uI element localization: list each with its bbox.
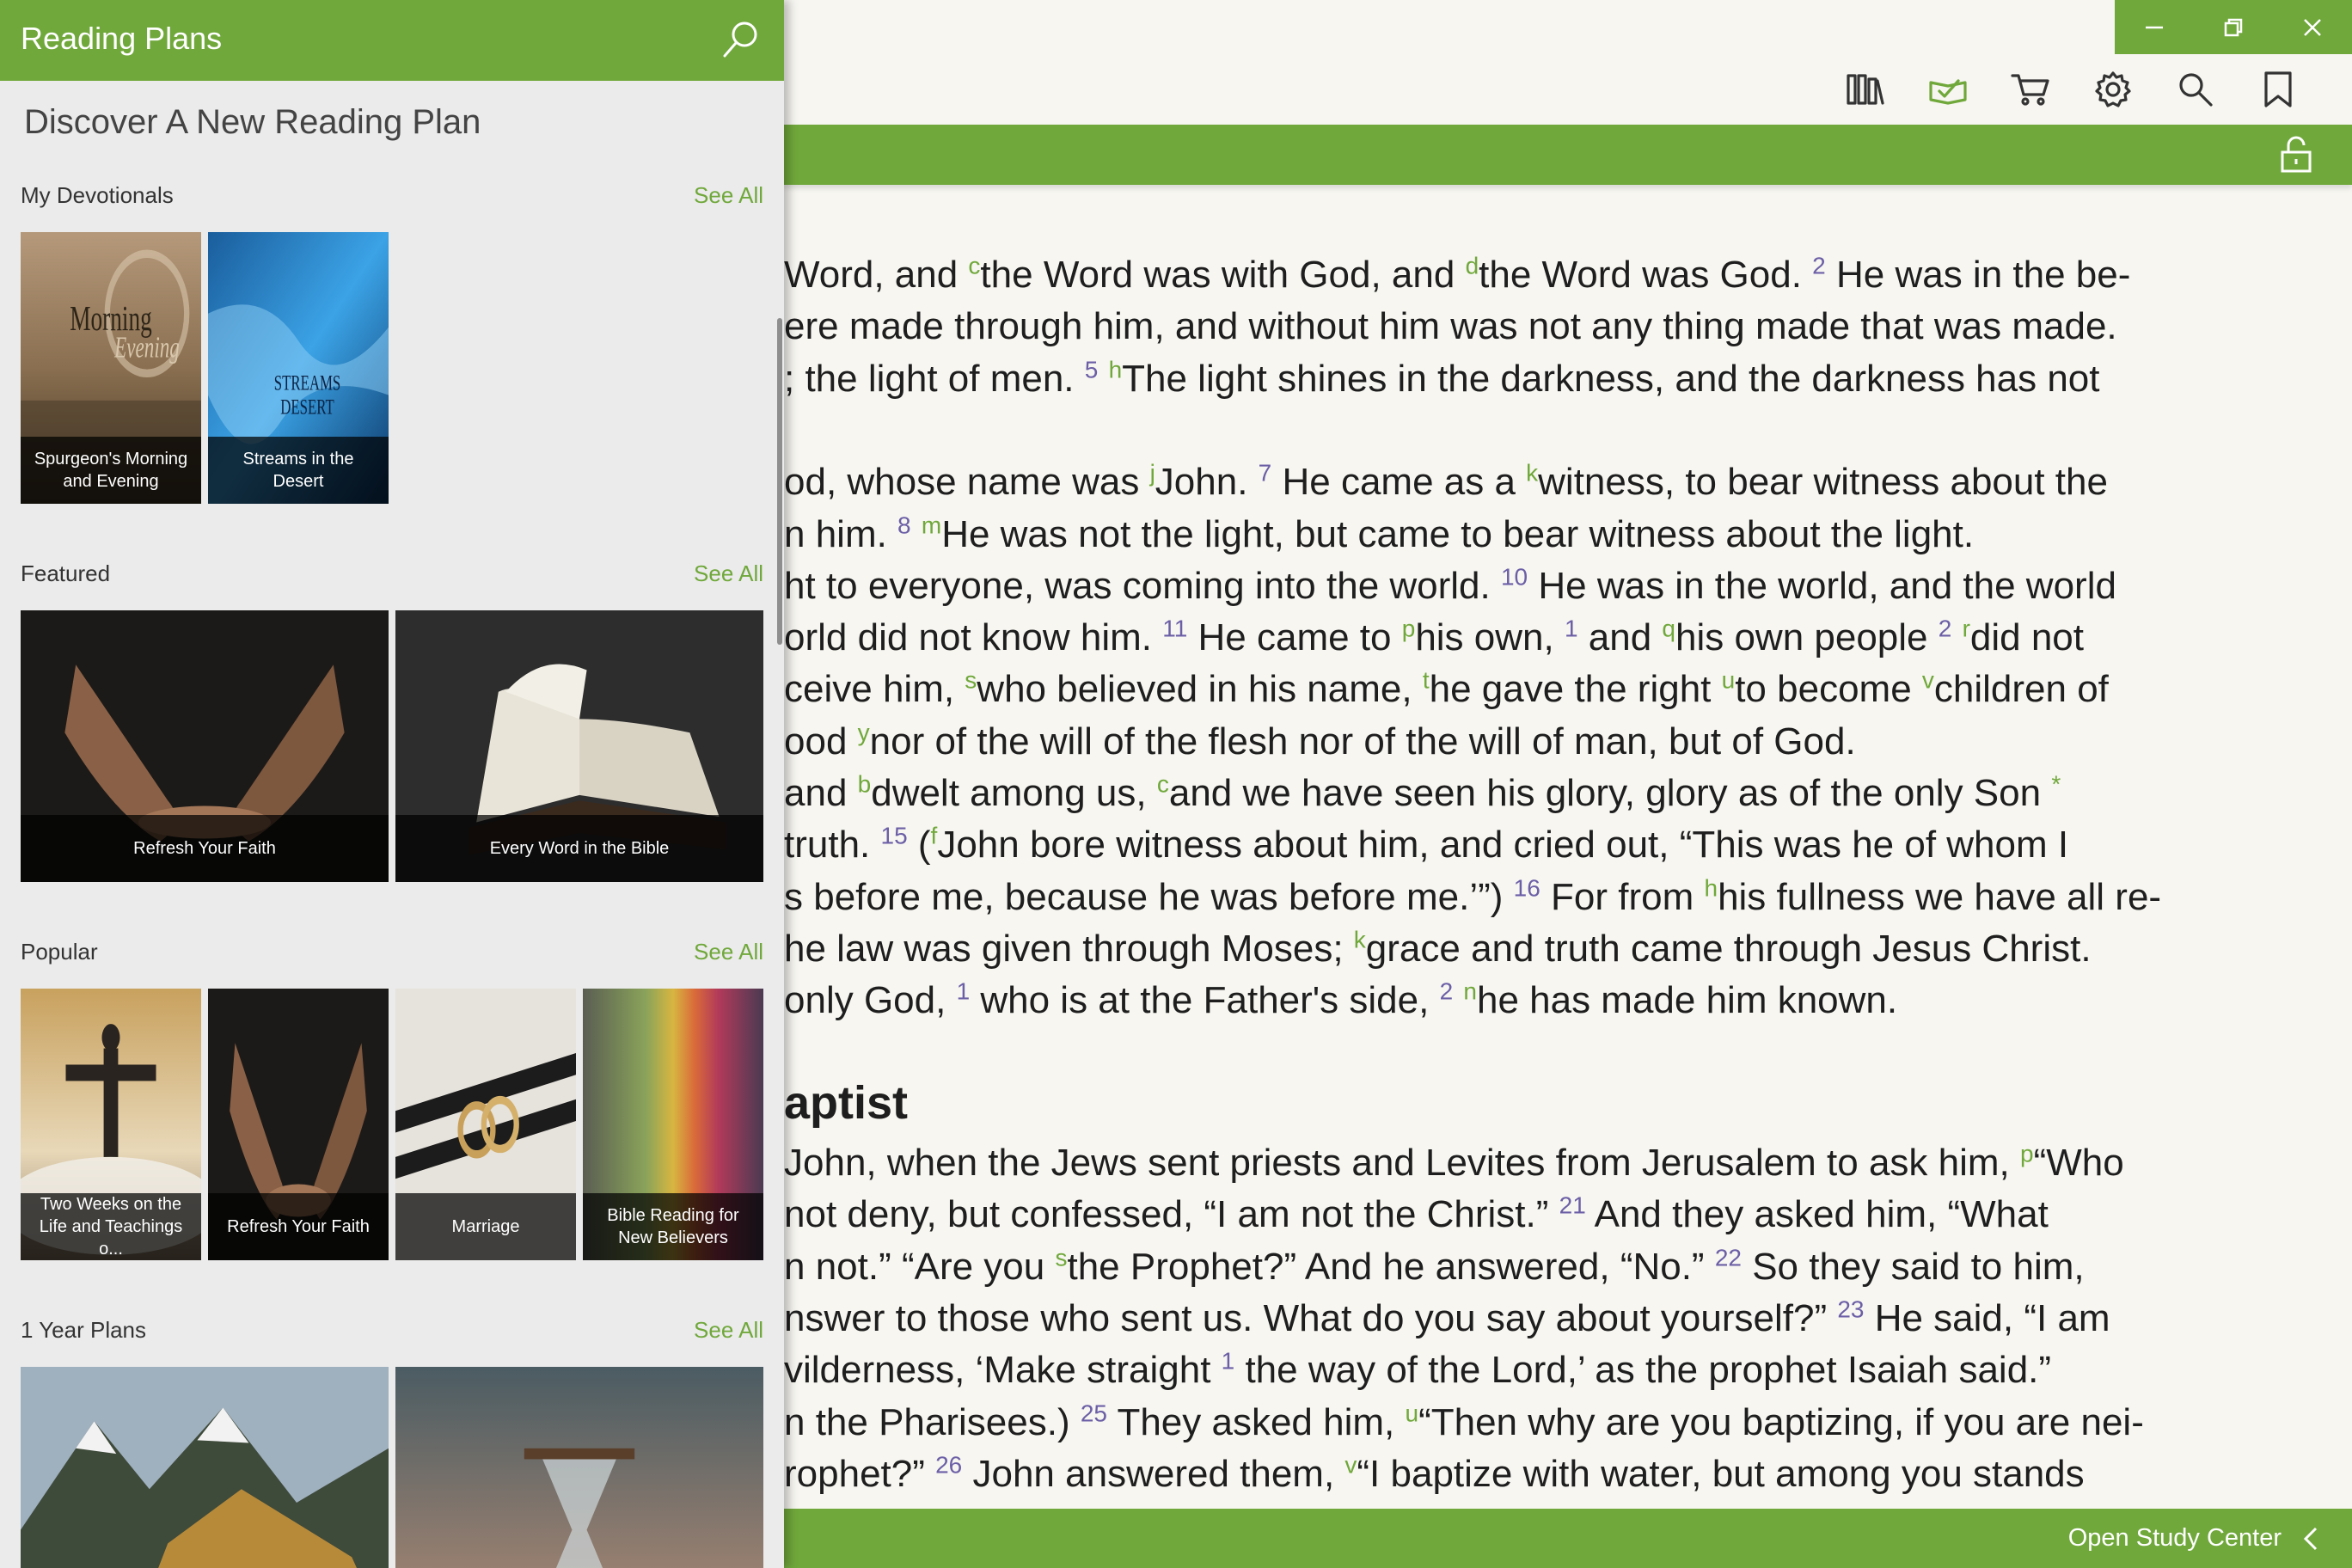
plan-tile-caption: Spurgeon's Morning and Evening [21,437,201,504]
svg-text:STREAMS: STREAMS [274,371,340,395]
verse-line: ceive him, swho believed in his name, th… [784,666,2109,711]
verse-line: truth. 15 (fJohn bore witness about him,… [784,822,2069,867]
plan-cover-image [395,1367,763,1568]
library-button[interactable] [1824,54,1907,125]
settings-icon [2095,71,2131,107]
plan-tile-caption: Two Weeks on the Life and Teachings o... [21,1193,201,1260]
see-all-link[interactable]: See All [694,1317,763,1344]
toolbar [784,54,2352,125]
section-title: 1 Year Plans [21,1317,147,1343]
verse-line: ; the light of men. 5 hThe light shines … [784,355,2100,400]
verse-line: nswer to those who sent us. What do you … [784,1295,2110,1339]
verse-line: and bdwelt among us, cand we have seen h… [784,770,2061,814]
plan-tile-caption: Every Word in the Bible [395,815,763,882]
verse-line: od, whose name was jJohn. 7 He came as a… [784,459,2108,504]
verse-line: he law was given through Moses; kgrace a… [784,926,2092,970]
plan-tile[interactable] [395,1367,763,1568]
plan-tile[interactable]: Marriage [395,989,576,1260]
reading-plans-icon [1929,79,1967,105]
section-title: Featured [21,560,111,586]
plan-cover-image [21,1367,389,1568]
see-all-link[interactable]: See All [694,939,763,965]
plan-tile-caption: Refresh Your Faith [208,1193,389,1260]
verse-line: rophet?” 26 John answered them, v“I bapt… [784,1451,2085,1495]
minimize-icon [2146,26,2163,28]
window-titlebar [2115,0,2352,54]
plan-tile[interactable]: Morning Evening Spurgeon's Morning and Eve… [21,232,201,504]
reading-plans-panel: Reading Plans Discover A New Reading Pla… [0,0,784,1568]
search-icon [723,21,757,58]
plan-tile[interactable]: Bible Reading for New Believers [583,989,763,1260]
plan-tile[interactable]: Refresh Your Faith [21,610,389,882]
verse-line: ood ynor of the will of the flesh nor of… [784,719,1856,763]
panel-header: Reading Plans [0,0,784,81]
settings-button[interactable] [2072,54,2154,125]
verse-line: not deny, but confessed, “I am not the C… [784,1191,2049,1236]
section-heading: aptist [784,1077,909,1129]
lock-button[interactable] [2276,135,2316,175]
section-title: Popular [21,939,98,965]
study-center-bar: Open Study Center [784,1509,2352,1568]
plan-tile[interactable]: Every Word in the Bible [395,610,763,882]
see-all-link[interactable]: See All [694,182,763,209]
close-button[interactable] [2273,0,2352,54]
plan-tile-caption: Streams in the Desert [208,437,389,504]
panel-search-button[interactable] [720,19,762,60]
plan-tile[interactable]: Refresh Your Faith [208,989,389,1260]
library-icon [1847,74,1884,105]
plan-tile[interactable] [21,1367,389,1568]
restore-icon [2224,18,2243,36]
verse-line: n him. 8 mHe was not the light, but came… [784,511,1975,555]
see-all-link[interactable]: See All [694,560,763,587]
verse-line: ht to everyone, was coming into the worl… [784,563,2116,607]
plan-tile-caption: Bible Reading for New Believers [583,1193,763,1260]
plan-tile-caption: Marriage [395,1193,576,1260]
section-title: My Devotionals [21,182,174,208]
verse-line: n not.” “Are you sthe Prophet?” And he a… [784,1243,2085,1288]
reading-header-band [784,125,2352,185]
cart-button[interactable] [1989,54,2072,125]
close-icon [2304,18,2321,36]
verse-line: John, when the Jews sent priests and Lev… [784,1140,2124,1184]
open-study-center-button[interactable]: Open Study Center [2068,1524,2282,1553]
svg-text:DESERT: DESERT [280,395,334,419]
cart-icon [2011,74,2049,106]
reading-text: Word, and cthe Word was with God, and dt… [784,185,2352,1509]
search-icon [2179,73,2213,107]
svg-text:Evening: Evening [113,332,179,364]
bookmark-button[interactable] [2237,54,2319,125]
chevron-left-icon[interactable] [2302,1526,2319,1552]
plan-tile-caption: Refresh Your Faith [21,815,389,882]
panel-scrollbar[interactable] [777,318,782,645]
minimize-button[interactable] [2115,0,2194,54]
plan-tile[interactable]: STREAMS DESERT Streams in the Desert [208,232,389,504]
verse-line: n the Pharisees.) 25 They asked him, u“T… [784,1399,2144,1443]
panel-title: Reading Plans [21,21,223,56]
verse-line: ere made through him, and without him wa… [784,305,2117,348]
reading-plans-button[interactable] [1907,54,1989,125]
search-button[interactable] [2154,54,2237,125]
lock-icon [2281,136,2312,173]
plan-tile[interactable]: Two Weeks on the Life and Teachings o... [21,989,201,1260]
verse-line: only God, 1 who is at the Father's side,… [784,977,1898,1022]
verse-line: vilderness, ‘Make straight 1 the way of … [784,1347,2052,1392]
verse-line: s before me, because he was before me.’”… [784,873,2162,918]
restore-button[interactable] [2194,0,2273,54]
panel-subtitle: Discover A New Reading Plan [24,103,481,141]
verse-line: orld did not know him. 11 He came to phi… [784,615,2084,659]
bookmark-icon [2264,71,2292,107]
verse-line: Word, and cthe Word was with God, and dt… [784,252,2131,296]
